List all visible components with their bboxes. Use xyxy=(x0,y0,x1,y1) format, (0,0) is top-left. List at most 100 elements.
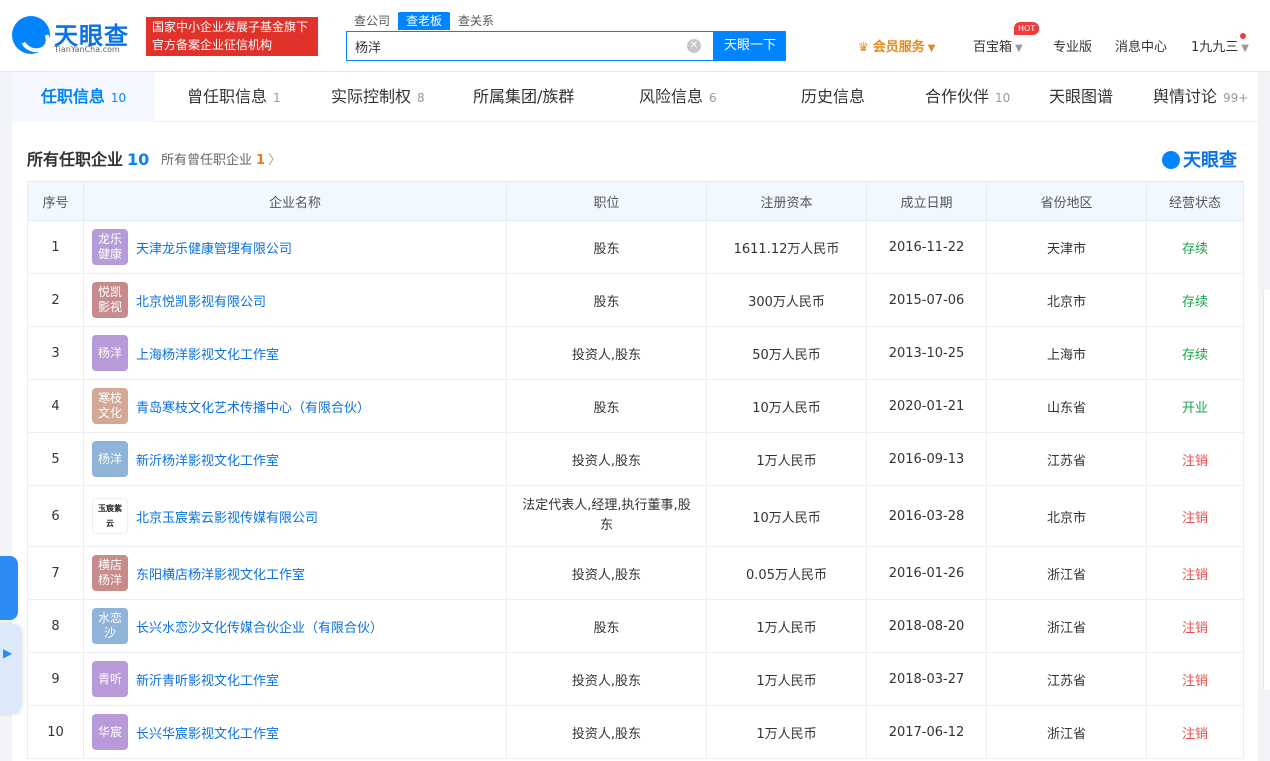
tianyancha-logo-icon xyxy=(12,16,50,54)
row-index: 7 xyxy=(27,546,84,600)
tab-label: 历史信息 xyxy=(801,87,866,106)
table-row[interactable]: 10 华宸 长兴华宸影视文化工作室 投资人,股东 1万人民币 2017-06-12 浙江省注… xyxy=(27,705,1244,759)
tianyancha-logo[interactable]: 天眼查 TianYanCha.com xyxy=(12,16,138,56)
date-cell: 2016-09-13 xyxy=(866,432,987,486)
column-header-date: 成立日期 xyxy=(866,181,987,221)
region-cell: 北京市 xyxy=(986,273,1147,327)
company-name-link[interactable]: 北京玉宸紫云影视传媒有限公司 xyxy=(136,507,318,526)
company-cell: 龙乐健康 天津龙乐健康管理有限公司 xyxy=(83,220,507,274)
company-logo[interactable]: 青听 xyxy=(92,661,128,697)
tab-history[interactable]: 历史信息 xyxy=(801,72,865,122)
region-cell: 上海市 xyxy=(986,326,1147,380)
right-side-panel xyxy=(1263,290,1270,690)
status-cell: 注销 xyxy=(1146,599,1244,653)
search-input[interactable] xyxy=(347,32,677,60)
tab-graph[interactable]: 天眼图谱 xyxy=(1049,72,1113,122)
row-index: 6 xyxy=(27,485,84,547)
company-logo[interactable]: 杨洋 xyxy=(92,335,128,371)
tab-count: 6 xyxy=(709,91,717,105)
section-title: 所有任职企业 10 xyxy=(27,146,149,170)
clear-search-icon[interactable]: ✕ xyxy=(687,39,701,53)
table-row[interactable]: 5 杨洋 新沂杨洋影视文化工作室 投资人,股东 1万人民币 2016-09-13 江苏省 注销 xyxy=(27,432,1244,486)
table-row[interactable]: 4 寒枝文化 青岛寒枝文化艺术传播中心（有限合伙） 股东 10万人民币 2020-01-2… xyxy=(27,379,1244,433)
watermark-text: 天眼查 xyxy=(1183,150,1237,171)
status-cell: 存续 xyxy=(1146,273,1244,327)
vip-service-menu[interactable]: ♛ 会员服务 ▼ xyxy=(858,36,935,55)
table-row[interactable]: 6 玉宸紫云 北京玉宸紫云影视传媒有限公司 法定代表人,经理,执行董事,股东 10万人民… xyxy=(27,485,1244,547)
tab-risk[interactable]: 风险信息 6 xyxy=(639,72,717,122)
pro-version-link[interactable]: 专业版 xyxy=(1053,36,1092,55)
company-logo[interactable]: 龙乐健康 xyxy=(92,229,128,265)
crown-icon: ♛ xyxy=(858,40,869,54)
table-row[interactable]: 9 青听 新沂青听影视文化工作室 投资人,股东 1万人民币 2018-03-27 江苏省 注销 xyxy=(27,652,1244,706)
company-logo[interactable]: 杨洋 xyxy=(92,441,128,477)
role-cell: 股东 xyxy=(506,379,707,433)
tab-former-positions[interactable]: 曾任职信息 1 xyxy=(187,72,281,122)
company-logo[interactable]: 华宸 xyxy=(92,714,128,750)
tab-label: 所属集团/族群 xyxy=(473,87,575,106)
status-cell: 存续 xyxy=(1146,220,1244,274)
tab-label: 风险信息 xyxy=(639,87,704,106)
company-logo[interactable]: 悦凯影视 xyxy=(92,282,128,318)
company-name-link[interactable]: 新沂杨洋影视文化工作室 xyxy=(136,450,279,469)
tab-label: 合作伙伴 xyxy=(925,87,990,106)
company-logo[interactable]: 寒枝文化 xyxy=(92,388,128,424)
search-tab-relation[interactable]: 查关系 xyxy=(450,12,502,30)
table-row[interactable]: 8 水恋沙 长兴水恋沙文化传媒合伙企业（有限合伙） 股东 1万人民币 2018-08-20… xyxy=(27,599,1244,653)
column-header-region: 省份地区 xyxy=(986,181,1147,221)
logo-subtext: TianYanCha.com xyxy=(54,45,120,54)
positions-table: 序号 企业名称 职位 注册资本 成立日期 省份地区 经营状态 1 龙乐健康 天津龙乐… xyxy=(27,181,1244,759)
table-row[interactable]: 1 龙乐健康 天津龙乐健康管理有限公司 股东 1611.12万人民币 2016-11-22… xyxy=(27,220,1244,274)
company-name-link[interactable]: 长兴华宸影视文化工作室 xyxy=(136,723,279,742)
main-card: 任职信息 10 曾任职信息 1 实际控制权 8 所属集团/族群 风险信息 6 历史信息 … xyxy=(12,72,1258,761)
company-logo[interactable]: 水恋沙 xyxy=(92,608,128,644)
tab-count: 10 xyxy=(995,91,1011,105)
tab-actual-control[interactable]: 实际控制权 8 xyxy=(331,72,425,122)
former-companies-label: 所有曾任职企业 xyxy=(161,153,253,168)
row-index: 3 xyxy=(27,326,84,380)
company-cell: 玉宸紫云 北京玉宸紫云影视传媒有限公司 xyxy=(83,485,507,547)
tab-partners[interactable]: 合作伙伴 10 xyxy=(925,72,1010,122)
role-cell: 股东 xyxy=(506,220,707,274)
tab-label: 任职信息 xyxy=(40,87,105,106)
toolbox-menu[interactable]: 百宝箱 ▼ xyxy=(973,36,1023,55)
company-logo[interactable]: 玉宸紫云 xyxy=(92,498,128,534)
column-header-company: 企业名称 xyxy=(83,181,507,221)
table-row[interactable]: 2 悦凯影视 北京悦凯影视有限公司 股东 300万人民币 2015-07-06 北京市 存续 xyxy=(27,273,1244,327)
tab-count: 10 xyxy=(110,91,127,105)
role-cell: 投资人,股东 xyxy=(506,652,707,706)
floating-helper-button[interactable]: ▶ xyxy=(0,624,22,714)
table-row[interactable]: 3 杨洋 上海杨洋影视文化工作室 投资人,股东 50万人民币 2013-10-25 上海市存… xyxy=(27,326,1244,380)
floating-service-button[interactable] xyxy=(0,556,18,620)
company-cell: 悦凯影视 北京悦凯影视有限公司 xyxy=(83,273,507,327)
former-companies-count: 1 xyxy=(256,153,266,168)
company-name-link[interactable]: 东阳横店杨洋影视文化工作室 xyxy=(136,564,305,583)
company-name-link[interactable]: 新沂青听影视文化工作室 xyxy=(136,670,279,689)
table-row[interactable]: 7 横店杨洋 东阳横店杨洋影视文化工作室 投资人,股东 0.05万人民币 2016-01-… xyxy=(27,546,1244,600)
hot-badge: HOT xyxy=(1014,22,1040,35)
company-name-link[interactable]: 天津龙乐健康管理有限公司 xyxy=(136,238,292,257)
tab-discussion[interactable]: 舆情讨论 99+ xyxy=(1153,72,1248,122)
search-button[interactable]: 天眼一下 xyxy=(714,31,786,61)
company-name-link[interactable]: 青岛寒枝文化艺术传播中心（有限合伙） xyxy=(136,397,370,416)
region-cell: 浙江省 xyxy=(986,599,1147,653)
user-menu[interactable]: 1九九三 ▼ xyxy=(1191,36,1249,55)
company-name-link[interactable]: 上海杨洋影视文化工作室 xyxy=(136,344,279,363)
tab-label: 天眼图谱 xyxy=(1049,87,1114,106)
company-name-link[interactable]: 长兴水恋沙文化传媒合伙企业（有限合伙） xyxy=(136,617,383,636)
tab-current-positions[interactable]: 任职信息 10 xyxy=(12,72,155,122)
company-logo[interactable]: 横店杨洋 xyxy=(92,555,128,591)
table-header-row: 序号 企业名称 职位 注册资本 成立日期 省份地区 经营状态 xyxy=(27,181,1244,221)
tab-group[interactable]: 所属集团/族群 xyxy=(473,72,574,122)
capital-cell: 0.05万人民币 xyxy=(706,546,867,600)
former-companies-link[interactable]: 所有曾任职企业 1 〉 xyxy=(161,149,281,168)
message-center-link[interactable]: 消息中心 xyxy=(1115,36,1167,55)
row-index: 9 xyxy=(27,652,84,706)
role-cell: 股东 xyxy=(506,273,707,327)
row-index: 5 xyxy=(27,432,84,486)
status-cell: 注销 xyxy=(1146,432,1244,486)
capital-cell: 300万人民币 xyxy=(706,273,867,327)
search-tab-company[interactable]: 查公司 xyxy=(346,12,398,30)
company-name-link[interactable]: 北京悦凯影视有限公司 xyxy=(136,291,266,310)
search-tab-boss[interactable]: 查老板 xyxy=(398,12,451,30)
